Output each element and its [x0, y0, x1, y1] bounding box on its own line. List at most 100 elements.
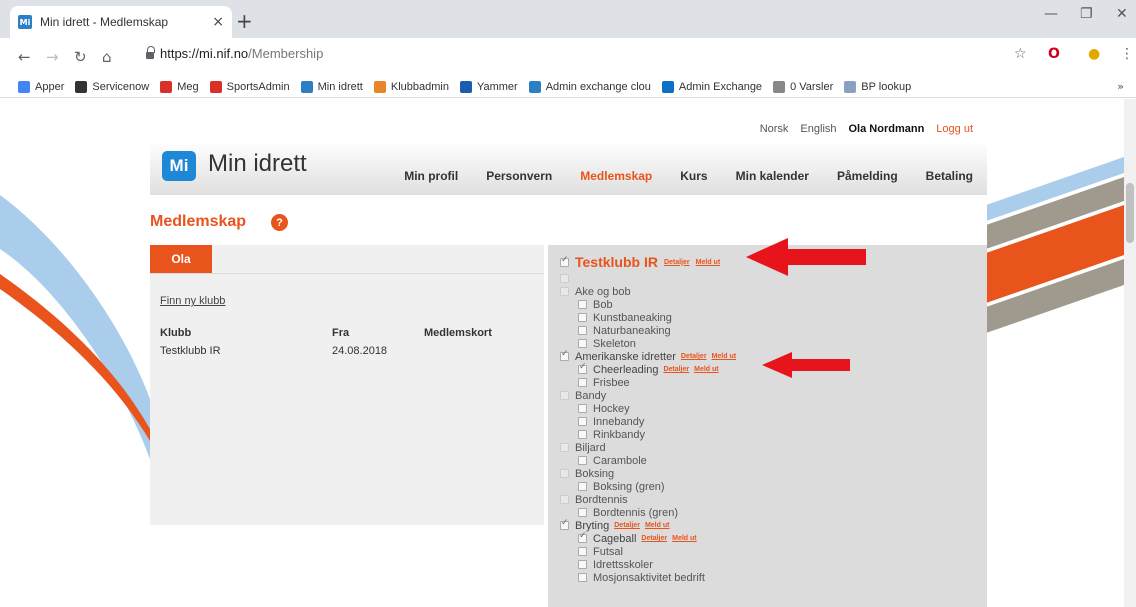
checkbox[interactable] — [560, 469, 569, 478]
close-window-icon[interactable]: ✕ — [1116, 6, 1128, 22]
nav-item-min-profil[interactable]: Min profil — [390, 169, 472, 183]
logo-text[interactable]: Min idrett — [208, 150, 307, 178]
checkbox[interactable] — [560, 274, 569, 283]
bookmark-item[interactable]: Min idrett — [300, 80, 363, 93]
nav-item-påmelding[interactable]: Påmelding — [823, 169, 912, 183]
tree-root-club: Testklubb IR Detaljer Meld ut — [560, 252, 736, 272]
checkbox[interactable] — [578, 339, 587, 348]
logout-link[interactable]: Logg ut — [936, 123, 973, 135]
restore-icon[interactable]: ❐ — [1080, 6, 1093, 22]
bookmark-item[interactable]: Klubbadmin — [373, 80, 449, 93]
checkbox[interactable] — [578, 573, 587, 582]
details-link[interactable]: Detaljer — [681, 353, 707, 360]
checkbox[interactable] — [560, 495, 569, 504]
bookmark-item[interactable]: BP lookup — [844, 80, 911, 93]
details-link[interactable]: Detaljer — [663, 366, 689, 373]
checkbox[interactable] — [560, 255, 569, 267]
checkbox[interactable] — [578, 547, 587, 556]
bookmark-item[interactable]: Admin exchange clou — [528, 80, 651, 93]
details-link[interactable]: Detaljer — [641, 535, 667, 542]
bookmark-item[interactable]: Admin Exchange — [661, 80, 762, 93]
checkbox[interactable] — [578, 313, 587, 322]
mi-icon — [300, 80, 313, 93]
checkbox[interactable] — [578, 482, 587, 491]
site-container: Norsk English Ola Nordmann Logg ut Mi Mi… — [150, 99, 987, 607]
nav-item-betaling[interactable]: Betaling — [912, 169, 987, 183]
checkbox[interactable] — [560, 391, 569, 400]
checkbox[interactable] — [578, 404, 587, 413]
home-icon[interactable]: ⌂ — [102, 48, 112, 66]
bookmark-label: 0 Varsler — [790, 80, 834, 93]
tree-node: Hockey — [578, 402, 736, 415]
details-link[interactable]: Detaljer — [664, 259, 690, 266]
cell-club[interactable]: Testklubb IR — [160, 345, 221, 357]
min-idrett-logo-icon[interactable]: Mi — [162, 151, 196, 181]
extension-icon[interactable]: ● — [1088, 46, 1100, 62]
activity-label: Skeleton — [593, 337, 636, 350]
address-bar[interactable]: https://mi.nif.no/Membership — [160, 46, 323, 61]
activity-label: Carambole — [593, 454, 647, 467]
leave-link[interactable]: Meld ut — [645, 522, 670, 529]
bookmark-star-icon[interactable]: ☆ — [1014, 46, 1027, 62]
sa-icon — [209, 80, 222, 93]
person-tab-ola[interactable]: Ola — [150, 245, 212, 273]
page-viewport: Norsk English Ola Nordmann Logg ut Mi Mi… — [0, 99, 1136, 607]
nav-item-kurs[interactable]: Kurs — [666, 169, 721, 183]
checkbox[interactable] — [578, 508, 587, 517]
yammer-icon — [459, 80, 472, 93]
forward-icon[interactable]: → — [46, 48, 59, 66]
tab-close-icon[interactable]: × — [212, 14, 224, 30]
activity-label: Naturbaneaking — [593, 324, 671, 337]
bookmark-item[interactable]: SportsAdmin — [209, 80, 290, 93]
bookmarks-more-icon[interactable]: » — [1117, 80, 1124, 93]
checkbox[interactable] — [560, 443, 569, 452]
col-header-fra: Fra — [332, 327, 350, 339]
activity-label: Rinkbandy — [593, 428, 645, 441]
details-link[interactable]: Detaljer — [614, 522, 640, 529]
checkbox[interactable] — [578, 456, 587, 465]
bookmark-item[interactable]: Yammer — [459, 80, 518, 93]
checkbox[interactable] — [560, 287, 569, 296]
bookmark-label: SportsAdmin — [226, 80, 290, 93]
help-icon[interactable]: ? — [271, 214, 288, 231]
bookmark-item[interactable]: Meg — [160, 80, 199, 93]
checkbox[interactable] — [578, 300, 587, 309]
leave-link[interactable]: Meld ut — [696, 259, 721, 266]
nav-item-min-kalender[interactable]: Min kalender — [722, 169, 823, 183]
mi-favicon-icon: Mi — [18, 15, 32, 29]
checkbox[interactable] — [578, 417, 587, 426]
user-name[interactable]: Ola Nordmann — [849, 123, 925, 135]
activity-label: Kunstbaneaking — [593, 311, 672, 324]
browser-tab[interactable]: Mi Min idrett - Medlemskap × — [10, 6, 232, 38]
bookmark-item[interactable]: Servicenow — [75, 80, 149, 93]
lang-english-link[interactable]: English — [800, 123, 836, 135]
page-scrollbar[interactable] — [1124, 99, 1136, 607]
tree-node: Biljard — [560, 441, 736, 454]
menu-icon[interactable]: ⋮ — [1120, 46, 1134, 62]
checkbox[interactable] — [578, 378, 587, 387]
checkbox[interactable] — [578, 326, 587, 335]
new-tab-button[interactable]: + — [236, 9, 253, 33]
leave-link[interactable]: Meld ut — [672, 535, 697, 542]
activities-panel: Testklubb IR Detaljer Meld ut Ake og bob… — [548, 238, 987, 607]
checkbox[interactable] — [578, 362, 587, 374]
minimize-icon[interactable]: — — [1044, 6, 1058, 22]
find-club-link[interactable]: Finn ny klubb — [160, 295, 225, 307]
nav-item-medlemskap[interactable]: Medlemskap — [566, 169, 666, 183]
leave-link[interactable]: Meld ut — [712, 353, 737, 360]
leave-link[interactable]: Meld ut — [694, 366, 719, 373]
reload-icon[interactable]: ↻ — [74, 48, 87, 66]
scrollbar-thumb[interactable] — [1126, 183, 1134, 243]
nav-item-personvern[interactable]: Personvern — [472, 169, 566, 183]
opera-icon[interactable]: O — [1048, 46, 1060, 62]
checkbox[interactable] — [560, 518, 569, 530]
lang-norsk-link[interactable]: Norsk — [760, 123, 789, 135]
activity-label: Biljard — [575, 441, 606, 454]
checkbox[interactable] — [578, 560, 587, 569]
bookmark-item[interactable]: Apper — [18, 80, 64, 93]
checkbox[interactable] — [560, 349, 569, 361]
checkbox[interactable] — [578, 531, 587, 543]
checkbox[interactable] — [578, 430, 587, 439]
bookmark-item[interactable]: 0 Varsler — [773, 80, 834, 93]
back-icon[interactable]: ← — [18, 48, 31, 66]
